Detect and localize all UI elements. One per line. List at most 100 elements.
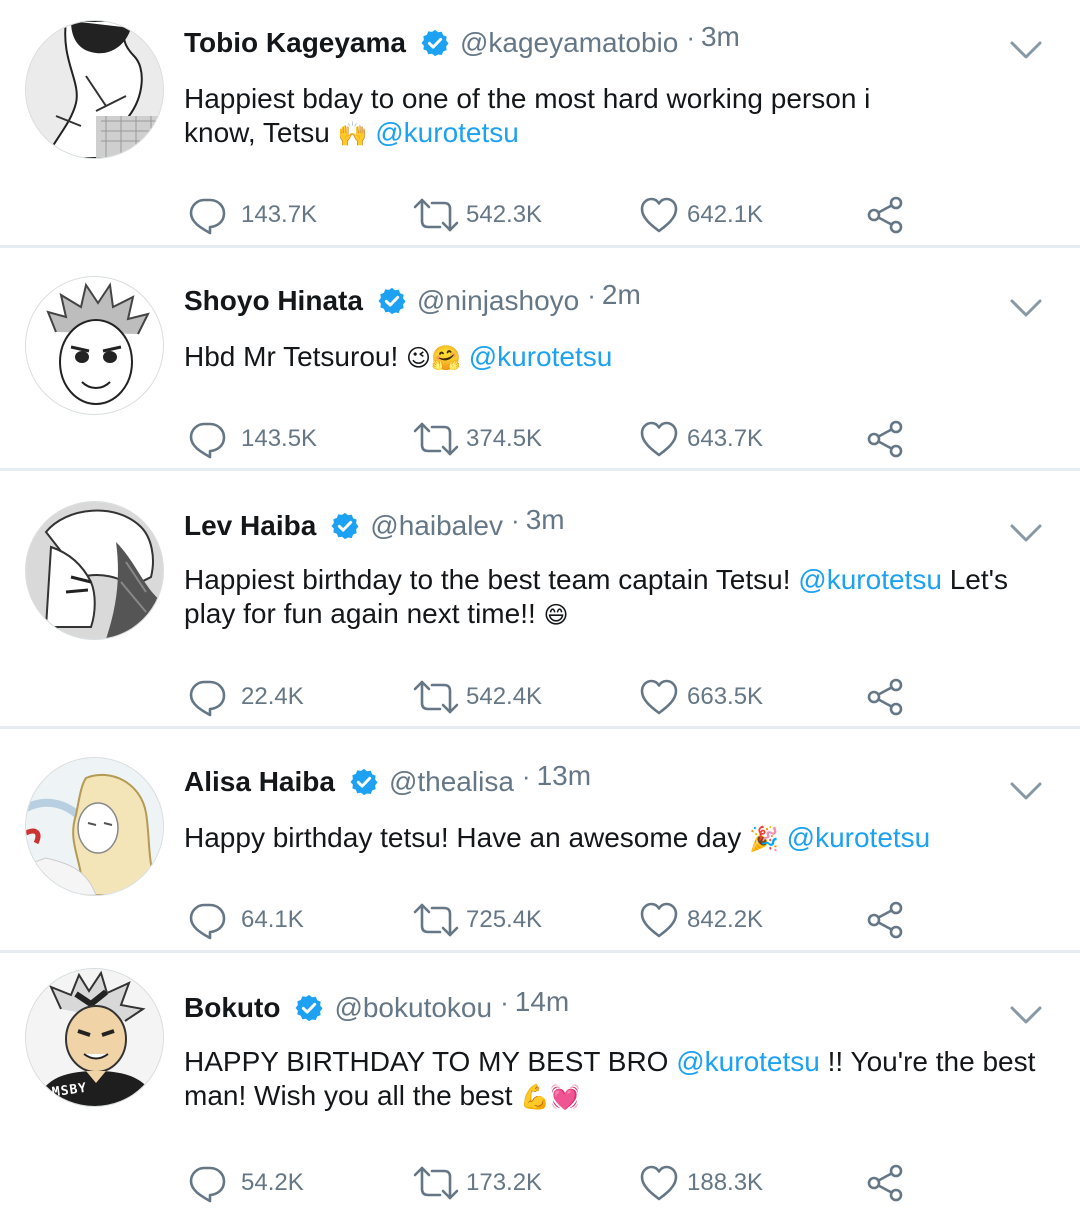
mention-link[interactable]: @kurotetsu (469, 341, 613, 372)
user-handle[interactable]: @thealisa (389, 766, 514, 798)
timestamp[interactable]: 14m (515, 986, 569, 1018)
verified-badge-icon (377, 286, 407, 316)
user-handle[interactable]: @kageyamatobio (460, 27, 678, 59)
tweet-text-segment: Happiest birthday to the best team capta… (184, 564, 791, 595)
tweet-card[interactable]: Alisa Haiba @thealisa · 13m Happy birthd… (0, 729, 1080, 950)
tweet-text-segment: HAPPY BIRTHDAY TO MY BEST BRO (184, 1046, 669, 1077)
reply-bubble-icon (187, 677, 227, 717)
share-button[interactable] (865, 195, 905, 235)
timestamp[interactable]: 3m (526, 504, 565, 536)
verified-badge-icon (420, 28, 450, 58)
display-name[interactable]: Alisa Haiba (184, 766, 335, 798)
user-handle[interactable]: @ninjashoyo (417, 285, 579, 317)
tweet-text: Happy birthday tetsu! Have an awesome da… (184, 821, 1054, 856)
tweet-text-segment: man! Wish you all the best (184, 1080, 513, 1111)
tweet-text-line: play for fun again next time!! 😄 (184, 597, 1054, 632)
share-button[interactable] (865, 1163, 905, 1203)
tweet-text-segment: !! You're the best (827, 1046, 1036, 1077)
mention-link[interactable]: @kurotetsu (375, 117, 519, 148)
tweet-card[interactable]: MSBY Bokuto @bokutokou · 14m HAPPY BIRTH… (0, 953, 1080, 1219)
reply-button[interactable]: 143.5K (187, 419, 317, 459)
reply-count: 54.2K (241, 1169, 304, 1196)
user-handle[interactable]: @bokutokou (334, 992, 492, 1024)
retweet-count: 542.4K (466, 683, 543, 710)
reply-button[interactable]: 22.4K (187, 677, 304, 717)
like-button[interactable]: 842.2K (639, 900, 763, 940)
avatar[interactable] (25, 20, 164, 159)
tweet-text-line: Happy birthday tetsu! Have an awesome da… (184, 821, 1054, 856)
mention-link[interactable]: @kurotetsu (787, 822, 931, 853)
retweet-icon (412, 419, 460, 459)
display-name[interactable]: Tobio Kageyama (184, 27, 406, 59)
avatar[interactable] (25, 276, 164, 415)
retweet-button[interactable]: 374.5K (412, 419, 542, 459)
like-button[interactable]: 188.3K (639, 1163, 763, 1203)
like-button[interactable]: 663.5K (639, 677, 763, 717)
share-icon (865, 900, 905, 940)
display-name[interactable]: Lev Haiba (184, 510, 316, 542)
user-handle[interactable]: @haibalev (370, 510, 503, 542)
share-icon (865, 677, 905, 717)
avatar[interactable] (25, 501, 164, 640)
reply-button[interactable]: 64.1K (187, 900, 304, 940)
tweet-header: Lev Haiba @haibalev · 3m (184, 501, 565, 551)
retweet-button[interactable]: 542.4K (412, 677, 542, 717)
like-count: 663.5K (687, 683, 764, 710)
tweet-header: Bokuto @bokutokou · 14m (184, 983, 569, 1033)
reply-button[interactable]: 54.2K (187, 1163, 304, 1203)
tweet-text: Hbd Mr Tetsurou! 😉🤗 @kurotetsu (184, 340, 1054, 375)
tweet-text: HAPPY BIRTHDAY TO MY BEST BRO @kurotetsu… (184, 1045, 1054, 1114)
action-bar: 143.5K 374.5K 643.7K (187, 419, 1067, 459)
heart-icon (639, 195, 679, 235)
tweet-text-segment: know, Tetsu (184, 117, 330, 148)
action-bar: 22.4K 542.4K 663.5K (187, 677, 1067, 717)
reply-bubble-icon (187, 195, 227, 235)
action-bar: 64.1K 725.4K 842.2K (187, 900, 1067, 940)
timestamp[interactable]: 3m (701, 21, 740, 53)
tweet-card[interactable]: Shoyo Hinata @ninjashoyo · 2m Hbd Mr Tet… (0, 248, 1080, 468)
display-name[interactable]: Shoyo Hinata (184, 285, 363, 317)
display-name[interactable]: Bokuto (184, 992, 280, 1024)
mention-link[interactable]: @kurotetsu (798, 564, 942, 595)
emoji: 😉🤗 (406, 344, 461, 372)
tweet-text-segment: Happy birthday tetsu! Have an awesome da… (184, 822, 742, 853)
share-icon (865, 419, 905, 459)
tweet-text-segment: play for fun again next time!! (184, 598, 536, 629)
mention-link[interactable]: @kurotetsu (676, 1046, 820, 1077)
retweet-button[interactable]: 725.4K (412, 900, 542, 940)
tweet-text-line: Happiest birthday to the best team capta… (184, 563, 1054, 597)
tweet-text-line: Hbd Mr Tetsurou! 😉🤗 @kurotetsu (184, 340, 1054, 375)
chevron-down-icon[interactable] (1008, 521, 1044, 545)
emoji: 🙌 (337, 120, 368, 148)
tweet-card[interactable]: Tobio Kageyama @kageyamatobio · 3m Happi… (0, 0, 1080, 245)
retweet-button[interactable]: 542.3K (412, 195, 542, 235)
like-count: 188.3K (687, 1169, 764, 1196)
like-button[interactable]: 642.1K (639, 195, 763, 235)
emoji: 😄 (543, 601, 569, 629)
heart-icon (639, 677, 679, 717)
chevron-down-icon[interactable] (1008, 1003, 1044, 1027)
reply-button[interactable]: 143.7K (187, 195, 317, 235)
chevron-down-icon[interactable] (1008, 38, 1044, 62)
like-button[interactable]: 643.7K (639, 419, 763, 459)
share-button[interactable] (865, 419, 905, 459)
avatar[interactable] (25, 757, 164, 896)
action-bar: 54.2K 173.2K 188.3K (187, 1163, 1067, 1203)
tweet-card[interactable]: Lev Haiba @haibalev · 3m Happiest birthd… (0, 471, 1080, 726)
chevron-down-icon[interactable] (1008, 779, 1044, 803)
timestamp[interactable]: 13m (537, 760, 591, 792)
reply-bubble-icon (187, 1163, 227, 1203)
like-count: 842.2K (687, 906, 764, 933)
verified-badge-icon (349, 767, 379, 797)
reply-count: 22.4K (241, 683, 304, 710)
timestamp[interactable]: 2m (602, 279, 641, 311)
share-button[interactable] (865, 900, 905, 940)
retweet-button[interactable]: 173.2K (412, 1163, 542, 1203)
retweet-count: 725.4K (466, 906, 543, 933)
tweet-text: Happiest bday to one of the most hard wo… (184, 82, 1054, 151)
retweet-count: 173.2K (466, 1169, 543, 1196)
chevron-down-icon[interactable] (1008, 296, 1044, 320)
share-button[interactable] (865, 677, 905, 717)
avatar[interactable] (25, 968, 164, 1107)
retweet-count: 542.3K (466, 201, 543, 228)
